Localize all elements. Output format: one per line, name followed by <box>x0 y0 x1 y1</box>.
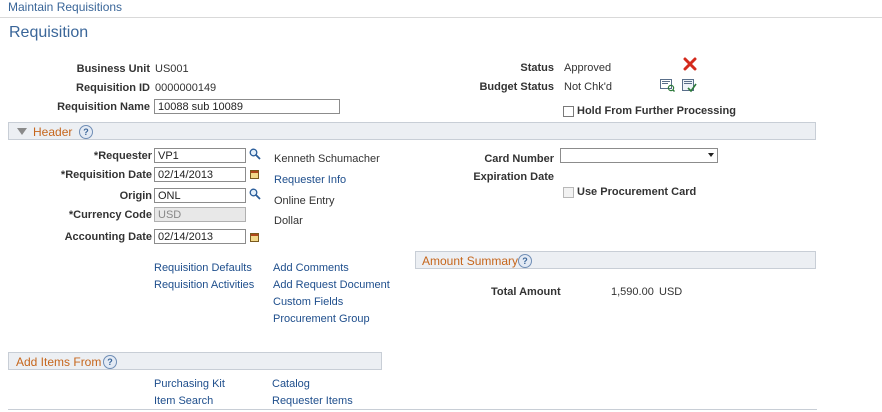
origin-label: Origin <box>119 190 152 202</box>
purchasing-kit-link[interactable]: Purchasing Kit <box>154 378 225 390</box>
add-items-title: Add Items From <box>16 355 102 369</box>
catalog-link[interactable]: Catalog <box>272 378 310 390</box>
help-icon[interactable]: ? <box>103 355 117 369</box>
requisition-date-label: *Requisition Date <box>60 169 152 181</box>
status-value: Approved <box>564 62 612 74</box>
requester-name: Kenneth Schumacher <box>274 153 380 165</box>
page-title: Requisition <box>9 24 89 41</box>
bottom-divider <box>8 409 817 410</box>
calendar-icon[interactable] <box>250 233 259 242</box>
requester-input[interactable] <box>154 148 246 163</box>
requisition-id-label: Requisition ID <box>76 82 150 94</box>
hold-from-processing-checkbox[interactable] <box>563 106 574 117</box>
card-number-select[interactable] <box>560 148 718 163</box>
help-icon[interactable]: ? <box>79 125 93 139</box>
requisition-date-input[interactable] <box>154 167 246 182</box>
custom-fields-link[interactable]: Custom Fields <box>273 296 343 308</box>
header-section-title: Header <box>33 125 73 139</box>
requisition-id-value: 0000000149 <box>155 82 217 94</box>
expiration-date-label: Expiration Date <box>473 171 554 183</box>
currency-code-input <box>154 207 246 222</box>
add-request-document-link[interactable]: Add Request Document <box>273 279 390 291</box>
origin-lookup-icon[interactable] <box>249 188 261 200</box>
requester-lookup-icon[interactable] <box>249 148 261 160</box>
chevron-down-icon <box>708 153 714 157</box>
hold-from-processing-label: Hold From Further Processing <box>577 105 736 117</box>
requisition-name-input[interactable] <box>154 99 340 114</box>
budget-status-value: Not Chk'd <box>564 81 612 93</box>
requisition-activities-link[interactable]: Requisition Activities <box>154 279 254 291</box>
requisition-name-label: Requisition Name <box>57 101 150 113</box>
requester-info-link[interactable]: Requester Info <box>274 174 346 186</box>
business-unit-label: Business Unit <box>76 63 150 75</box>
accounting-date-label: Accounting Date <box>64 231 152 243</box>
total-amount-currency: USD <box>659 286 683 298</box>
breadcrumb[interactable]: Maintain Requisitions <box>8 0 122 14</box>
collapse-triangle-icon[interactable] <box>17 128 27 135</box>
procurement-group-link[interactable]: Procurement Group <box>273 313 370 325</box>
origin-description: Online Entry <box>274 195 335 207</box>
requisition-defaults-link[interactable]: Requisition Defaults <box>154 262 252 274</box>
header-section-bar[interactable]: Header ? <box>8 122 816 140</box>
budget-check-icon[interactable] <box>682 79 697 93</box>
budget-inquiry-icon[interactable] <box>660 79 675 92</box>
total-amount-label: Total Amount <box>491 286 561 298</box>
amount-summary-title: Amount Summary <box>422 254 519 268</box>
use-procurement-card-checkbox[interactable] <box>563 187 574 198</box>
add-items-section-bar: Add Items From ? <box>8 352 382 370</box>
requester-items-link[interactable]: Requester Items <box>272 395 353 407</box>
status-label: Status <box>520 62 554 74</box>
requester-label: *Requester <box>93 150 152 162</box>
total-amount-value: 1,590.00 <box>611 286 654 298</box>
help-icon[interactable]: ? <box>518 254 532 268</box>
top-divider <box>0 17 882 18</box>
business-unit-value: US001 <box>155 63 189 75</box>
currency-description: Dollar <box>274 215 303 227</box>
currency-code-label: *Currency Code <box>68 209 152 221</box>
add-comments-link[interactable]: Add Comments <box>273 262 349 274</box>
origin-input[interactable] <box>154 188 246 203</box>
budget-status-label: Budget Status <box>479 81 554 93</box>
delete-icon[interactable] <box>683 57 697 71</box>
calendar-icon[interactable] <box>250 170 259 179</box>
card-number-label: Card Number <box>484 153 554 165</box>
item-search-link[interactable]: Item Search <box>154 395 213 407</box>
use-procurement-card-label: Use Procurement Card <box>577 186 697 198</box>
amount-summary-section-bar: Amount Summary ? <box>415 251 816 269</box>
accounting-date-input[interactable] <box>154 229 246 244</box>
